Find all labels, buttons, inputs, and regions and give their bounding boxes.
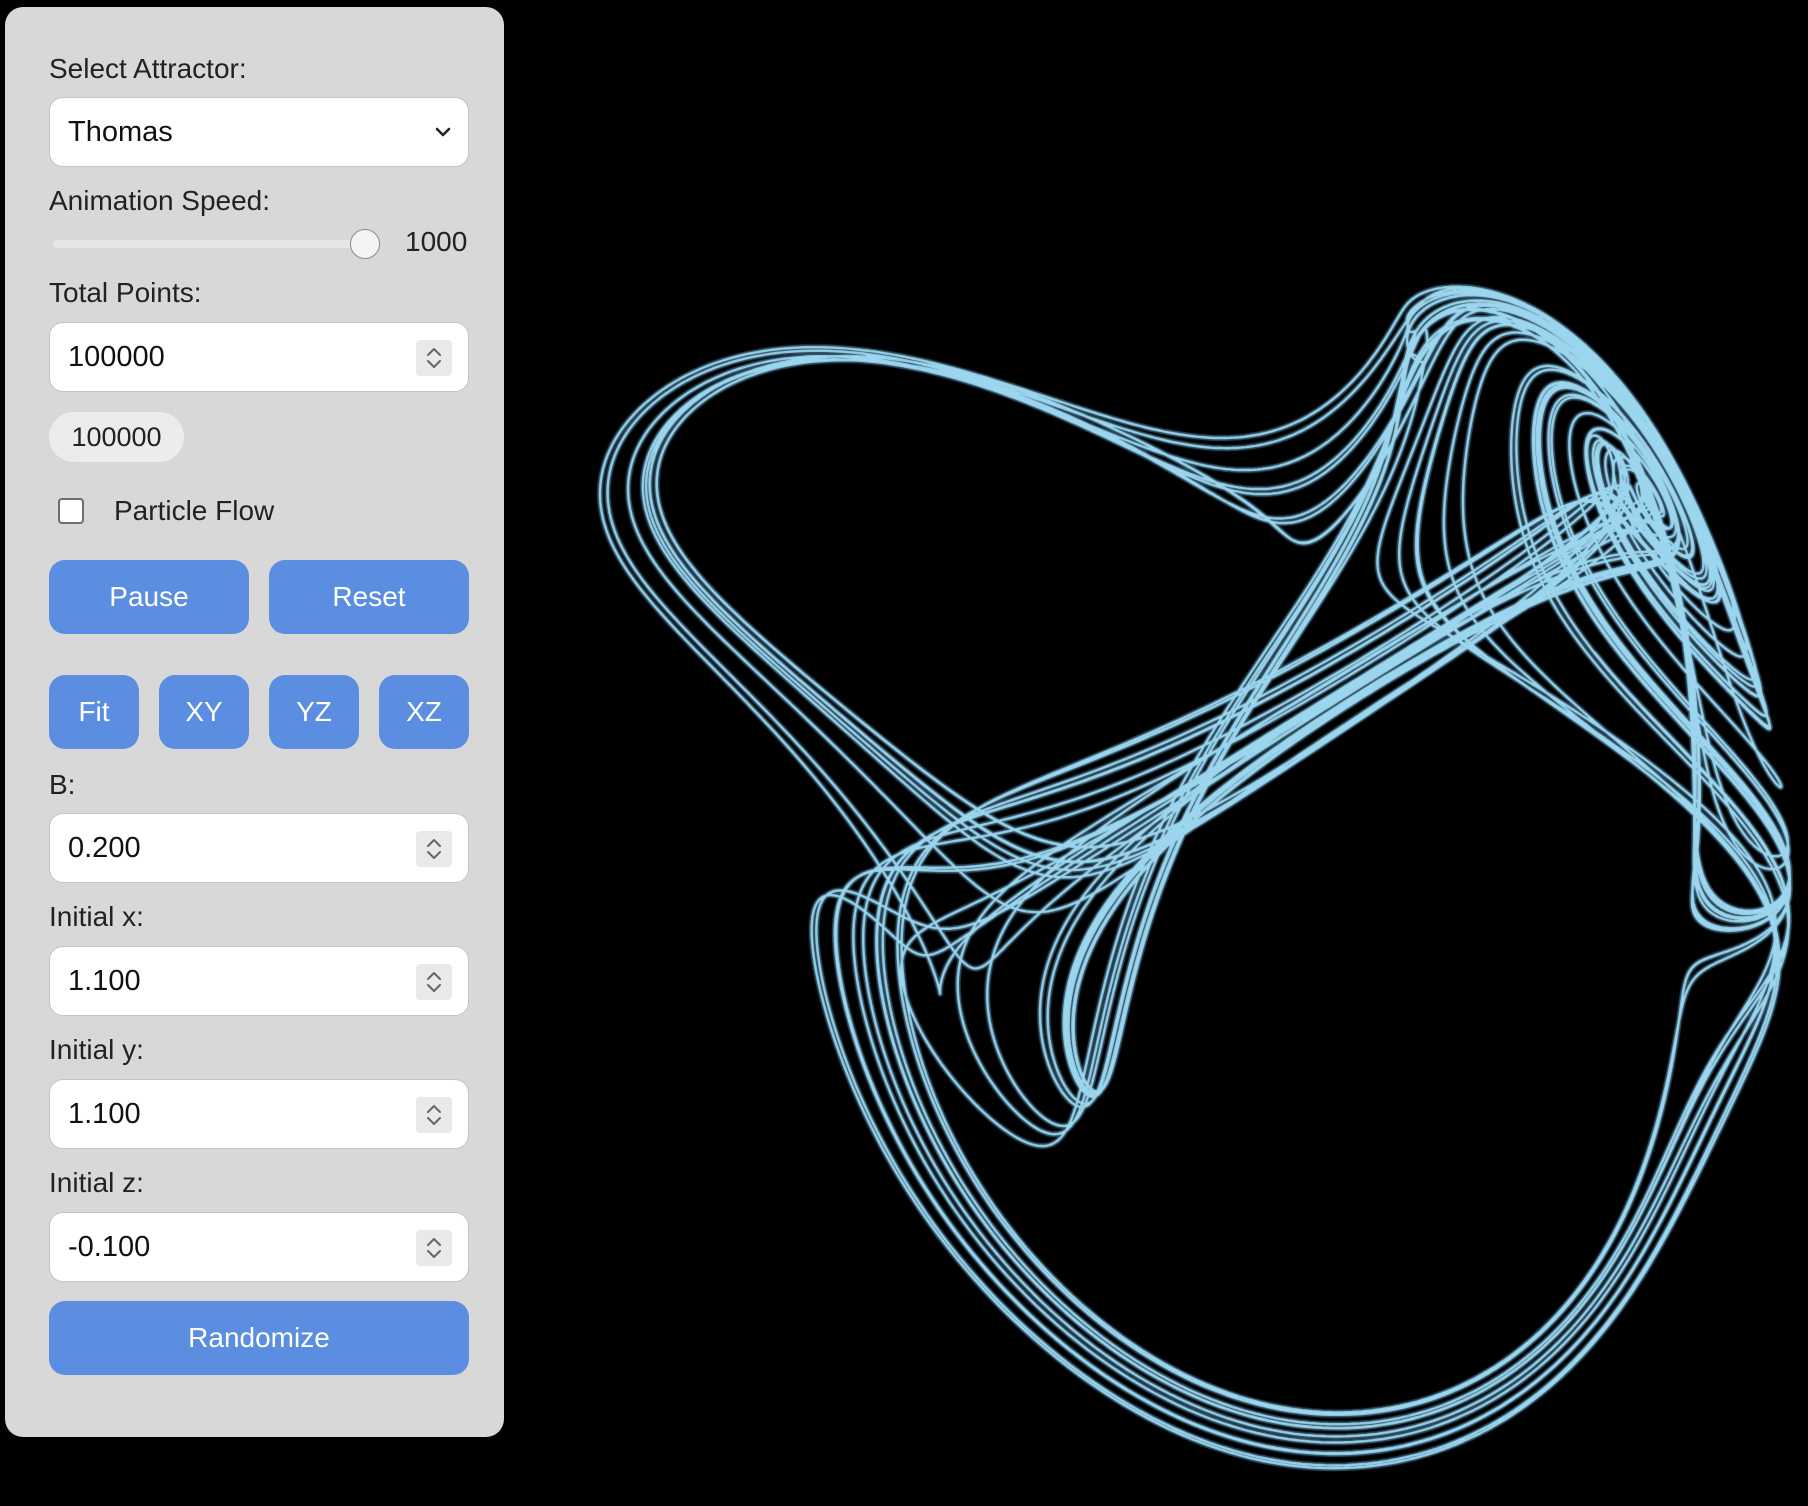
total-points-input[interactable]: 100000 xyxy=(49,322,469,392)
initial-y-input[interactable]: 1.100 xyxy=(49,1079,469,1149)
initial-x-label: Initial x: xyxy=(49,901,144,932)
b-param-value: 0.200 xyxy=(68,832,141,864)
spinner-icon[interactable] xyxy=(416,1230,452,1266)
particle-flow-checkbox[interactable] xyxy=(58,498,84,524)
spinner-icon[interactable] xyxy=(416,1097,452,1133)
xz-view-button[interactable]: XZ xyxy=(379,675,469,749)
initial-z-input[interactable]: -0.100 xyxy=(49,1212,469,1282)
initial-z-label: Initial z: xyxy=(49,1167,144,1198)
speed-label: Animation Speed: xyxy=(49,185,271,216)
speed-value: 1000 xyxy=(405,226,468,257)
b-param-label: B: xyxy=(49,769,76,800)
initial-x-input[interactable]: 1.100 xyxy=(49,946,469,1016)
attractor-select-value: Thomas xyxy=(68,116,173,148)
total-points-value: 100000 xyxy=(68,341,165,373)
initial-x-value: 1.100 xyxy=(68,965,141,997)
b-param-input[interactable]: 0.200 xyxy=(49,813,469,883)
particle-flow-label: Particle Flow xyxy=(114,495,275,526)
initial-y-label: Initial y: xyxy=(49,1034,144,1065)
randomize-button[interactable]: Randomize xyxy=(49,1301,469,1375)
yz-view-button[interactable]: YZ xyxy=(269,675,359,749)
spinner-icon[interactable] xyxy=(416,340,452,376)
attractor-select-label: Select Attractor: xyxy=(49,53,247,84)
spinner-icon[interactable] xyxy=(416,964,452,1000)
points-count-badge: 100000 xyxy=(49,412,184,462)
speed-slider-thumb[interactable] xyxy=(350,229,380,259)
spinner-icon[interactable] xyxy=(416,831,452,867)
initial-y-value: 1.100 xyxy=(68,1098,141,1130)
attractor-select[interactable]: Thomas xyxy=(49,97,469,167)
control-panel: Select Attractor: Thomas Animation Speed… xyxy=(5,7,504,1437)
initial-z-value: -0.100 xyxy=(68,1231,151,1263)
pause-button[interactable]: Pause xyxy=(49,560,249,634)
total-points-label: Total Points: xyxy=(49,277,202,308)
xy-view-button[interactable]: XY xyxy=(159,675,249,749)
fit-view-button[interactable]: Fit xyxy=(49,675,139,749)
chevron-down-icon xyxy=(435,127,451,137)
speed-slider-track[interactable] xyxy=(53,240,375,248)
reset-button[interactable]: Reset xyxy=(269,560,469,634)
